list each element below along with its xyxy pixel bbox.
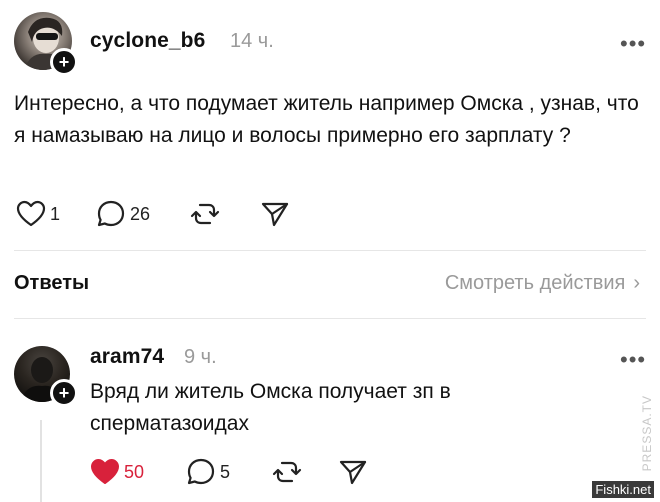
chevron-right-icon: ›: [633, 272, 640, 294]
heart-filled-icon: [91, 459, 119, 484]
watermark-side: PRESSA.TV: [640, 395, 654, 472]
divider: [14, 318, 646, 319]
post-comment-count: 26: [130, 203, 151, 224]
watermark-corner: Fishki.net: [592, 481, 654, 498]
send-icon: [261, 202, 289, 227]
post-more-icon[interactable]: •••: [620, 33, 646, 55]
reply-text: Вряд ли житель Омска получает зп в сперм…: [90, 380, 451, 435]
post-timestamp: 14 ч.: [230, 30, 274, 52]
comment-icon: [187, 458, 215, 485]
reply-repost-button[interactable]: [272, 458, 302, 486]
post-like-button[interactable]: 1: [16, 200, 60, 228]
reply-like-count: 50: [124, 461, 145, 482]
reply-timestamp: 9 ч.: [184, 346, 217, 368]
divider: [14, 250, 646, 251]
post-text: Интересно, а что подумает житель наприме…: [14, 92, 639, 147]
thread-page: + cyclone_b6 14 ч. ••• Интересно, а что …: [0, 0, 660, 502]
send-icon: [339, 460, 367, 485]
repost-icon: [190, 203, 220, 225]
follow-plus-icon[interactable]: +: [50, 48, 78, 76]
reply-comment-button[interactable]: 5: [186, 458, 230, 486]
post-comment-button[interactable]: 26: [96, 200, 150, 228]
reply-more-icon[interactable]: •••: [620, 349, 646, 371]
replies-title: Ответы: [14, 272, 90, 294]
post-share-button[interactable]: [260, 200, 290, 228]
reply-comment-count: 5: [220, 461, 231, 482]
reply-username[interactable]: aram74: [90, 345, 164, 369]
post-username[interactable]: cyclone_b6: [90, 29, 205, 53]
comment-icon: [97, 200, 125, 227]
repost-icon: [272, 461, 302, 483]
thread-line: [40, 420, 42, 502]
post-repost-button[interactable]: [190, 200, 220, 228]
reply-share-button[interactable]: [338, 458, 368, 486]
heart-icon: [16, 200, 46, 227]
view-activity-label: Смотреть действия: [444, 272, 626, 294]
post-like-count: 1: [50, 203, 61, 224]
view-activity-link[interactable]: Смотреть действия ›: [445, 272, 640, 295]
reply-like-button[interactable]: 50: [90, 458, 144, 486]
follow-plus-icon[interactable]: +: [50, 379, 78, 407]
